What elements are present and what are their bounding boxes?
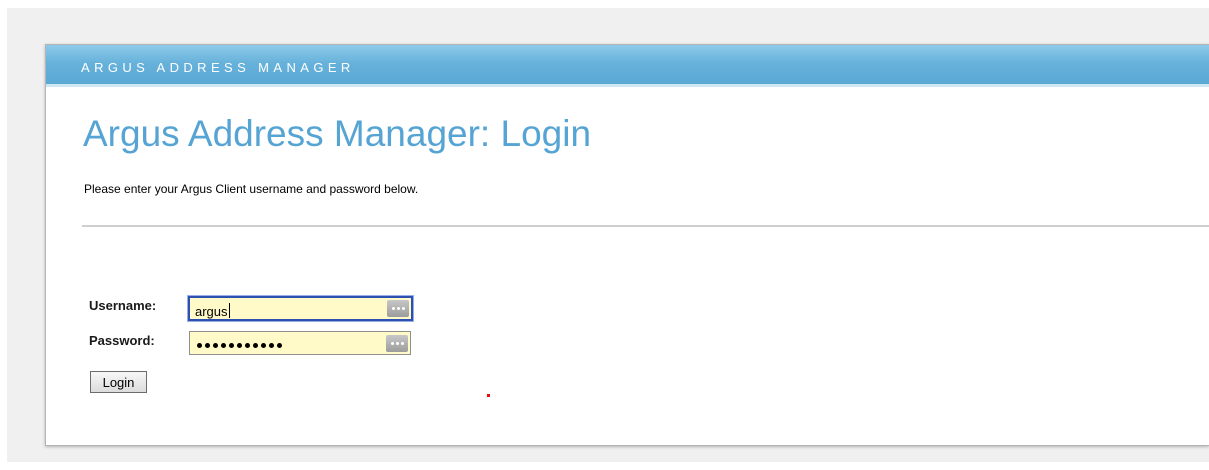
password-dot <box>213 343 218 348</box>
stray-red-dot <box>487 394 490 397</box>
username-label: Username: <box>89 298 157 313</box>
username-field[interactable]: argus <box>188 296 413 321</box>
password-manager-icon[interactable] <box>387 300 409 317</box>
password-dot <box>253 343 258 348</box>
brand-title: ARGUS ADDRESS MANAGER <box>81 60 355 75</box>
login-panel: ARGUS ADDRESS MANAGER Argus Address Mana… <box>45 44 1209 446</box>
password-dot <box>221 343 226 348</box>
instructions-text: Please enter your Argus Client username … <box>84 182 419 196</box>
section-divider <box>82 225 1209 227</box>
password-label: Password: <box>89 333 155 348</box>
password-dot <box>229 343 234 348</box>
password-dot <box>245 343 250 348</box>
password-dot <box>261 343 266 348</box>
password-dot <box>269 343 274 348</box>
login-button[interactable]: Login <box>90 371 147 393</box>
password-dot <box>197 343 202 348</box>
password-masked-value <box>197 343 282 348</box>
text-caret <box>228 303 230 318</box>
password-dot <box>205 343 210 348</box>
password-field[interactable] <box>189 331 411 355</box>
page-title: Argus Address Manager: Login <box>83 113 592 154</box>
username-value: argus <box>195 303 230 319</box>
password-dot <box>277 343 282 348</box>
brand-header-bar: ARGUS ADDRESS MANAGER <box>46 45 1209 87</box>
password-manager-icon[interactable] <box>386 335 408 352</box>
password-dot <box>237 343 242 348</box>
